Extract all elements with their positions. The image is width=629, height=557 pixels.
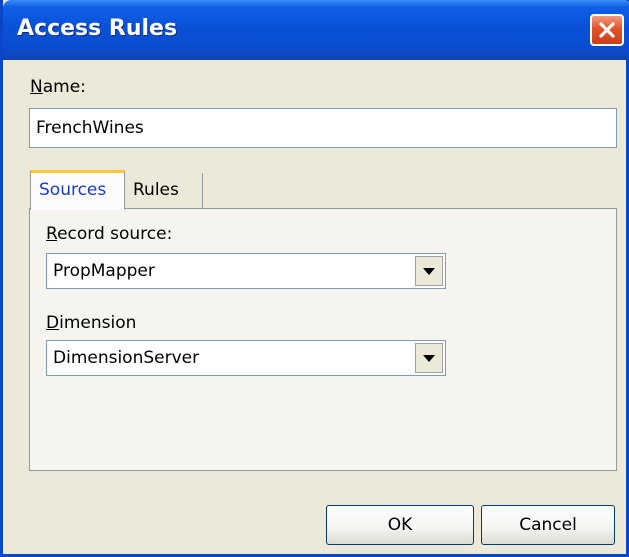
close-button[interactable] [590,14,624,46]
record-source-label: Record source: [46,224,173,244]
tab-sources[interactable]: Sources [30,170,125,210]
dimension-select[interactable]: DimensionServer [46,340,446,376]
close-icon [599,22,615,38]
name-label: Name: [30,77,86,97]
record-source-dropdown-button[interactable] [415,256,443,286]
window-title: Access Rules [17,16,178,41]
title-bar[interactable]: Access Rules [3,0,629,60]
tab-rules[interactable]: Rules [125,173,203,208]
dialog-window: Access Rules Name: Sources Rules Record … [0,0,629,557]
record-source-select[interactable]: PropMapper [46,253,446,289]
dimension-label: Dimension [46,313,137,333]
dimension-value: DimensionServer [53,348,200,368]
cancel-button[interactable]: Cancel [481,505,615,545]
chevron-down-icon [423,268,435,275]
record-source-value: PropMapper [53,261,155,281]
ok-button[interactable]: OK [326,505,474,545]
name-input[interactable] [29,108,617,148]
chevron-down-icon [423,355,435,362]
dimension-dropdown-button[interactable] [415,343,443,373]
